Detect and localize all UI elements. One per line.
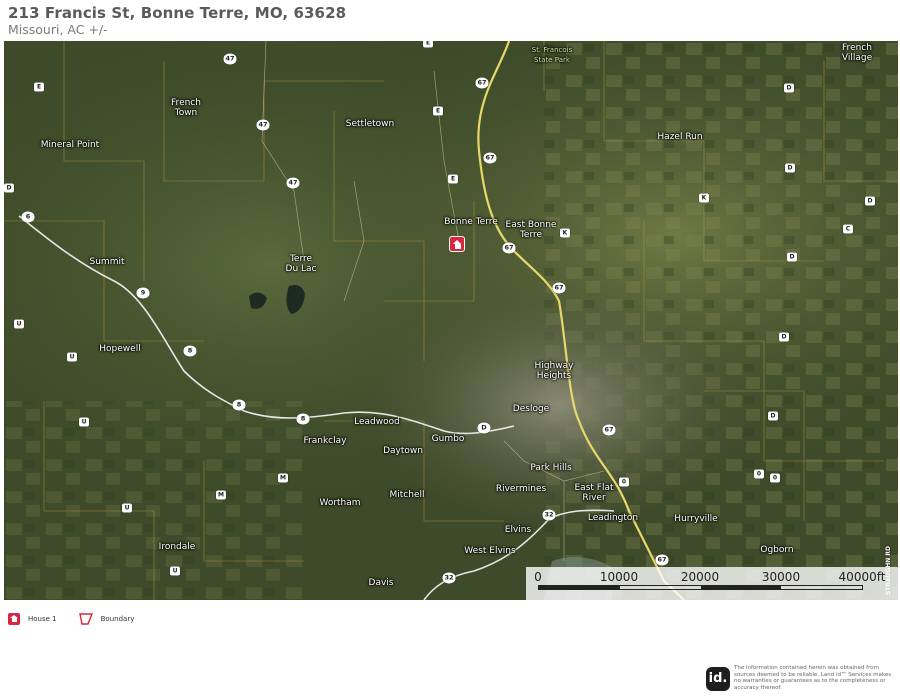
route-shield: 8 bbox=[232, 399, 246, 411]
scale-track bbox=[538, 585, 863, 590]
house-marker[interactable] bbox=[449, 236, 465, 252]
place-east-bonne-terre: East Bonne Terre bbox=[505, 220, 557, 240]
legend-item-boundary: Boundary bbox=[78, 613, 135, 625]
place-frankclay: Frankclay bbox=[303, 436, 347, 446]
route-shield: 67 bbox=[475, 77, 489, 89]
route-shield: M bbox=[216, 490, 226, 500]
place-highway-heights: Highway Heights bbox=[534, 361, 574, 381]
route-shield: 47 bbox=[223, 53, 237, 65]
place-wortham: Wortham bbox=[319, 498, 361, 508]
route-shield: D bbox=[477, 422, 491, 434]
route-shield: D bbox=[768, 411, 778, 421]
place-bonne-terre: Bonne Terre bbox=[444, 217, 498, 227]
route-shield: M bbox=[278, 473, 288, 483]
scale-segment bbox=[539, 586, 620, 589]
disclaimer-text: The information contained herein was obt… bbox=[734, 665, 892, 691]
place-desloge: Desloge bbox=[512, 404, 550, 414]
scale-label: 40000ft bbox=[838, 570, 886, 584]
place-mitchell: Mitchell bbox=[389, 490, 425, 500]
place-park-hills: Park Hills bbox=[530, 463, 572, 473]
place-ogborn: Ogborn bbox=[760, 545, 794, 555]
house-icon bbox=[8, 613, 20, 625]
route-shield: E bbox=[433, 106, 443, 116]
route-shield: 47 bbox=[286, 177, 300, 189]
place-terre-du-lac: Terre Du Lac bbox=[285, 254, 317, 274]
route-shield: 8 bbox=[296, 413, 310, 425]
route-shield: U bbox=[14, 319, 24, 329]
map-legend: House 1 Boundary bbox=[8, 612, 156, 626]
place-st-francois-state-park: St. Francois State Park bbox=[531, 46, 573, 64]
land-id-logo: id. bbox=[706, 667, 730, 691]
page-title: 213 Francis St, Bonne Terre, MO, 63628 bbox=[8, 4, 347, 22]
route-shield: 67 bbox=[655, 554, 669, 566]
route-shield: D bbox=[785, 163, 795, 173]
route-shield: 67 bbox=[502, 242, 516, 254]
route-shield: 9 bbox=[136, 287, 150, 299]
place-daytown: Daytown bbox=[383, 446, 423, 456]
place-summit: Summit bbox=[89, 257, 125, 267]
map-terrain bbox=[4, 41, 898, 600]
route-shield: 67 bbox=[552, 282, 566, 294]
boundary-icon bbox=[78, 613, 93, 625]
route-shield: K bbox=[699, 193, 709, 203]
place-french-village: French Village bbox=[841, 43, 873, 63]
scale-segment bbox=[700, 586, 782, 589]
route-shield: D bbox=[4, 183, 14, 193]
place-mineral-point: Mineral Point bbox=[40, 140, 100, 150]
legend-label: House 1 bbox=[28, 615, 57, 623]
route-shield: 8 bbox=[183, 345, 197, 357]
page-subtitle: Missouri, AC +/- bbox=[8, 22, 108, 37]
legend-label: Boundary bbox=[100, 615, 135, 623]
place-settletown: Settletown bbox=[345, 119, 395, 129]
scale-label: 10000 bbox=[599, 570, 639, 584]
place-east-flat-river: East Flat River bbox=[574, 483, 614, 503]
route-shield: 32 bbox=[542, 509, 556, 521]
route-shield: U bbox=[79, 417, 89, 427]
route-shield: 67 bbox=[483, 152, 497, 164]
route-shield: D bbox=[784, 83, 794, 93]
route-shield: 67 bbox=[602, 424, 616, 436]
place-hurryville: Hurryville bbox=[674, 514, 718, 524]
place-west-elvins: West Elvins bbox=[464, 546, 516, 556]
route-shield: U bbox=[67, 352, 77, 362]
legend-item-house: House 1 bbox=[8, 613, 57, 625]
route-shield: E bbox=[34, 82, 44, 92]
route-shield: E bbox=[448, 174, 458, 184]
route-shield: 47 bbox=[256, 119, 270, 131]
scale-label: 30000 bbox=[761, 570, 801, 584]
route-shield: U bbox=[122, 503, 132, 513]
route-shield: D bbox=[787, 252, 797, 262]
place-davis: Davis bbox=[368, 578, 394, 588]
route-shield: D bbox=[865, 196, 875, 206]
place-leadington: Leadington bbox=[587, 513, 639, 523]
place-hazel-run: Hazel Run bbox=[657, 132, 703, 142]
place-irondale: Irondale bbox=[158, 542, 196, 552]
place-french-town: French Town bbox=[171, 98, 201, 118]
place-gumbo: Gumbo bbox=[431, 434, 465, 444]
route-shield: 0 bbox=[770, 473, 780, 483]
route-shield: K bbox=[560, 228, 570, 238]
place-hopewell: Hopewell bbox=[99, 344, 141, 354]
scale-label: 20000 bbox=[680, 570, 720, 584]
route-shield: 0 bbox=[619, 477, 629, 487]
satellite-map[interactable]: French Village St. Francois State Park F… bbox=[4, 41, 898, 600]
route-shield: 32 bbox=[442, 572, 456, 584]
place-leadwood: Leadwood bbox=[354, 417, 400, 427]
route-shield: C bbox=[843, 224, 853, 234]
route-shield: 6 bbox=[21, 211, 35, 223]
route-shield: U bbox=[170, 566, 180, 576]
route-shield: E bbox=[423, 41, 433, 48]
route-shield: 0 bbox=[754, 469, 764, 479]
route-shield: D bbox=[779, 332, 789, 342]
place-elvins: Elvins bbox=[504, 525, 532, 535]
scale-bar: 0 10000 20000 30000 40000ft bbox=[526, 567, 898, 600]
scale-label: 0 bbox=[534, 570, 542, 584]
place-rivermines: Rivermines bbox=[495, 484, 547, 494]
